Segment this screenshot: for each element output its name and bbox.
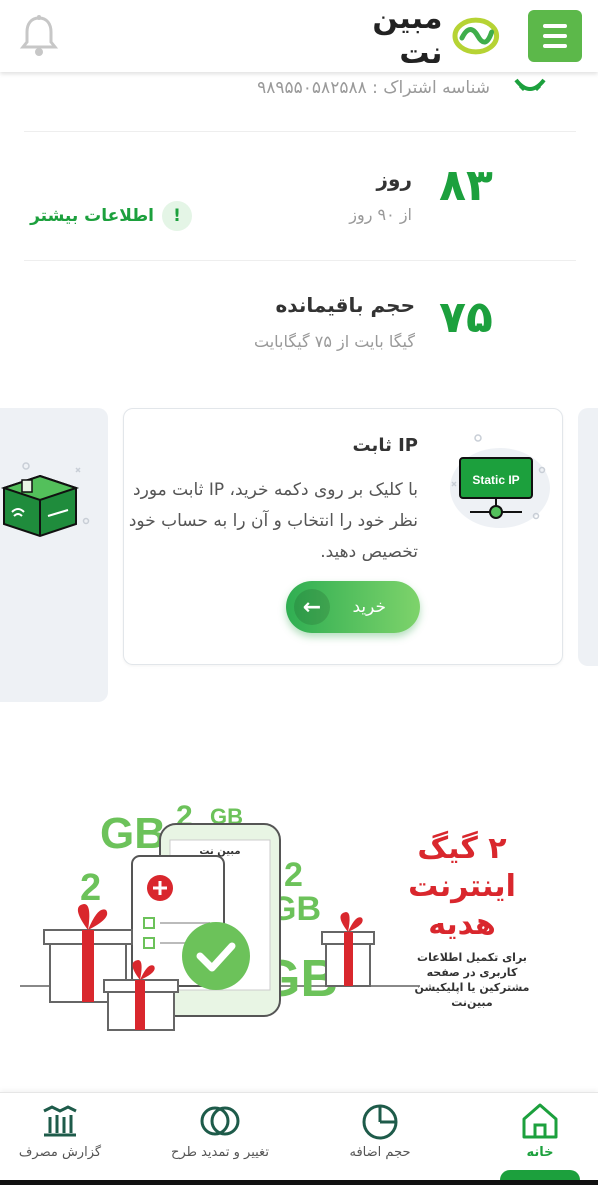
home-icon [522, 1103, 558, 1139]
hamburger-menu-button[interactable] [528, 10, 582, 62]
card-description: با کلیک بر روی دکمه خرید، IP ثابت مورد ن… [128, 480, 418, 562]
brand-logo: مبین نت [320, 1, 500, 71]
carousel-card-previous[interactable] [0, 408, 108, 702]
overlap-circles-icon [200, 1106, 240, 1136]
svg-text:2: 2 [80, 867, 101, 909]
volume-subtitle: گیگا بایت از ۷۵ گیگابایت [254, 332, 415, 351]
system-bar [0, 1180, 598, 1185]
days-title: روز [376, 167, 412, 191]
divider [24, 131, 576, 132]
nav-item-extra-volume[interactable]: حجم اضافه [330, 1099, 430, 1169]
pie-chart-icon [362, 1104, 398, 1140]
buy-button[interactable]: خرید ← [286, 581, 420, 633]
carousel-card-next[interactable] [578, 408, 598, 666]
brand-name: مبین نت [372, 1, 443, 71]
static-ip-label: Static IP [472, 473, 519, 487]
svg-text:2: 2 [284, 856, 303, 894]
user-icon [514, 78, 546, 92]
buy-button-label: خرید [352, 597, 386, 617]
card-title: IP ثابت [352, 435, 419, 456]
subscription-id: شناسه اشتراک : ۹۸۹۵۵۰۵۸۲۵۸۸ [257, 78, 490, 98]
gb-text: GB [100, 809, 166, 858]
nav-label-change-plan: تغییر و تمدید طرح [171, 1145, 269, 1160]
subscription-row: شناسه اشتراک : ۹۸۹۵۵۰۵۸۲۵۸۸ [24, 72, 576, 132]
mobinnet-logo-icon [452, 17, 500, 55]
nav-item-change-plan[interactable]: تغییر و تمدید طرح [150, 1099, 290, 1169]
promo-title-line: ۲ گیگ [417, 831, 507, 866]
app-header: مبین نت [0, 0, 598, 72]
promo-title-line: هدیه [428, 907, 496, 942]
promo-banner[interactable]: GB 2 GB 2 2 GB GB مبین نت ۲ گیگ اینترنت … [20, 790, 580, 1040]
promo-title-line: اینترنت [408, 869, 516, 904]
bar-chart-icon [43, 1105, 77, 1137]
nav-item-home[interactable]: خانه [500, 1099, 580, 1169]
nav-label-usage-report: گزارش مصرف [18, 1145, 102, 1160]
info-icon: ! [162, 201, 192, 231]
promo-title: ۲ گیگ اینترنت هدیه [382, 830, 542, 944]
nav-item-usage-report[interactable]: گزارش مصرف [10, 1099, 110, 1169]
days-remaining-value: ۸۳ [439, 160, 493, 211]
nav-label-extra-volume: حجم اضافه [349, 1145, 411, 1160]
menu-bar [543, 34, 567, 38]
volume-remaining-value: ۷۵ [439, 292, 493, 343]
more-info-link[interactable]: ! اطلاعات بیشتر [22, 199, 192, 233]
static-ip-illustration: Static IP [450, 434, 550, 528]
more-info-label: اطلاعات بیشتر [30, 206, 154, 226]
bell-icon[interactable] [18, 14, 60, 58]
nav-label-home: خانه [526, 1145, 554, 1160]
arrow-left-icon: ← [294, 589, 330, 625]
gift-phone-illustration: GB 2 GB 2 2 GB GB مبین نت [20, 800, 420, 1031]
divider [24, 260, 576, 261]
days-subtitle: از ۹۰ روز [349, 205, 412, 224]
menu-bar [543, 24, 567, 28]
promo-subtitle: برای تکمیل اطلاعات کاربری در صفحه مشترکی… [414, 951, 530, 1009]
package-box-icon [0, 462, 90, 538]
volume-title: حجم باقیمانده [275, 293, 415, 317]
menu-bar [543, 44, 567, 48]
